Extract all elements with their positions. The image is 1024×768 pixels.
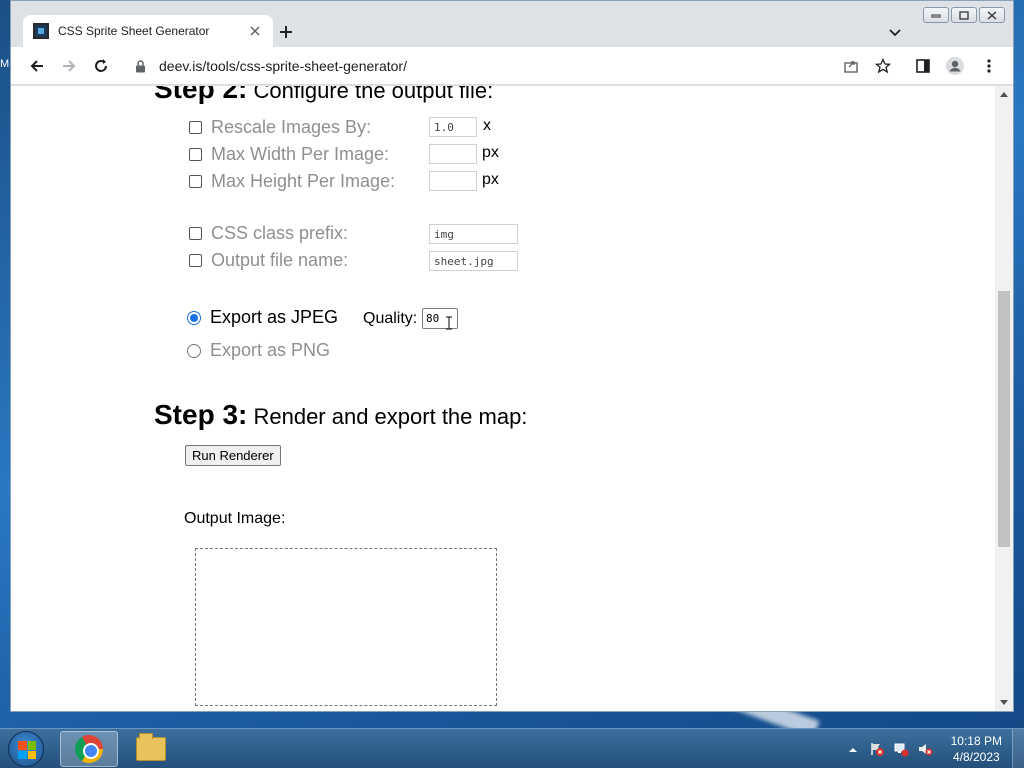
text-cursor-icon [446, 316, 452, 330]
reload-icon[interactable] [89, 54, 113, 78]
export-png-option[interactable]: Export as PNG [187, 340, 330, 361]
max-height-unit: px [482, 171, 499, 188]
export-jpeg-radio[interactable] [187, 310, 201, 325]
tab-strip: CSS Sprite Sheet Generator [11, 1, 1013, 47]
window-controls [923, 7, 1005, 23]
network-icon[interactable] [892, 740, 910, 758]
export-jpeg-label: Export as JPEG [210, 307, 339, 327]
rescale-checkbox[interactable] [189, 121, 202, 134]
taskbar-chrome[interactable] [60, 731, 118, 767]
address-bar[interactable]: deev.is/tools/css-sprite-sheet-generator… [125, 52, 875, 80]
option-max-height: Max Height Per Image: [189, 171, 395, 192]
option-css-prefix: CSS class prefix: [189, 223, 348, 244]
new-tab-icon[interactable] [275, 21, 297, 43]
option-output-filename: Output file name: [189, 250, 348, 271]
rescale-unit: x [483, 117, 491, 134]
tab-search-chevron-icon[interactable] [885, 23, 905, 43]
step3-title: Render and export the map: [247, 404, 528, 429]
css-prefix-checkbox[interactable] [189, 227, 202, 240]
back-arrow-icon[interactable] [25, 54, 49, 78]
taskbar-explorer[interactable] [122, 731, 180, 767]
css-prefix-input[interactable] [429, 224, 518, 244]
url-text: deev.is/tools/css-sprite-sheet-generator… [159, 58, 407, 74]
export-jpeg-option[interactable]: Export as JPEG [187, 307, 338, 328]
output-filename-label: Output file name: [211, 250, 349, 270]
step2-label: Step 2: [154, 86, 248, 104]
system-clock[interactable]: 10:18 PM 4/8/2023 [951, 733, 1002, 765]
tab-title: CSS Sprite Sheet Generator [58, 24, 210, 38]
css-prefix-label: CSS class prefix: [211, 223, 349, 243]
output-filename-checkbox[interactable] [189, 254, 202, 267]
windows-logo-icon [18, 741, 36, 759]
browser-window: CSS Sprite Sheet Generator deev.is/tools… [10, 0, 1014, 712]
max-width-label: Max Width Per Image: [211, 144, 390, 164]
max-height-input[interactable] [429, 171, 477, 191]
maximize-icon[interactable] [951, 7, 977, 23]
step3-label: Step 3: [154, 399, 248, 430]
scroll-up-arrow-icon[interactable] [1000, 92, 1008, 97]
action-center-flag-icon[interactable] [868, 740, 886, 758]
clock-time: 10:18 PM [950, 734, 1002, 748]
show-desktop-button[interactable] [1012, 729, 1024, 768]
export-png-label: Export as PNG [210, 340, 331, 360]
step2-heading: Step 2: Configure the output file: [154, 86, 493, 105]
page-viewport: Step 2: Configure the output file: Resca… [11, 86, 995, 711]
rescale-input[interactable] [429, 117, 477, 137]
max-height-label: Max Height Per Image: [211, 171, 396, 191]
page-scrollbar[interactable] [995, 86, 1013, 711]
forward-arrow-icon[interactable] [57, 54, 81, 78]
run-renderer-button[interactable]: Run Renderer [185, 445, 281, 466]
browser-toolbar: deev.is/tools/css-sprite-sheet-generator… [11, 47, 1013, 85]
max-width-input[interactable] [429, 144, 477, 164]
system-tray: 10:18 PM 4/8/2023 [841, 729, 1024, 768]
scroll-thumb[interactable] [998, 291, 1010, 547]
minimize-icon[interactable] [923, 7, 949, 23]
share-icon[interactable] [839, 54, 863, 78]
site-favicon-icon [33, 23, 49, 39]
close-window-icon[interactable] [979, 7, 1005, 23]
tab-css-sprite-sheet-generator[interactable]: CSS Sprite Sheet Generator [23, 15, 273, 47]
output-image-label: Output Image: [184, 510, 286, 527]
max-width-checkbox[interactable] [189, 148, 202, 161]
show-hidden-icons-icon[interactable] [844, 740, 862, 758]
profile-avatar-icon[interactable] [943, 54, 967, 78]
quality-label: Quality: [363, 310, 418, 327]
menu-kebab-icon[interactable] [977, 54, 1001, 78]
step3-heading: Step 3: Render and export the map: [154, 399, 527, 431]
output-image-area [195, 548, 497, 706]
lock-icon[interactable] [135, 59, 149, 73]
scroll-down-arrow-icon[interactable] [1000, 700, 1008, 705]
option-max-width: Max Width Per Image: [189, 144, 389, 165]
rescale-label: Rescale Images By: [211, 117, 372, 137]
taskbar: 10:18 PM 4/8/2023 [0, 728, 1024, 768]
close-tab-icon[interactable] [247, 23, 263, 39]
volume-muted-icon[interactable] [916, 740, 934, 758]
bookmark-star-icon[interactable] [871, 54, 895, 78]
desktop-edge-text: M [0, 58, 10, 70]
option-rescale: Rescale Images By: [189, 117, 371, 138]
output-filename-input[interactable] [429, 251, 518, 271]
side-panel-icon[interactable] [911, 54, 935, 78]
chrome-icon [75, 735, 103, 763]
start-button[interactable] [8, 731, 44, 767]
folder-icon [136, 733, 166, 761]
max-height-checkbox[interactable] [189, 175, 202, 188]
clock-date: 4/8/2023 [952, 750, 1000, 764]
step2-title: Configure the output file: [247, 86, 494, 103]
export-png-radio[interactable] [187, 343, 201, 358]
max-width-unit: px [482, 144, 499, 161]
